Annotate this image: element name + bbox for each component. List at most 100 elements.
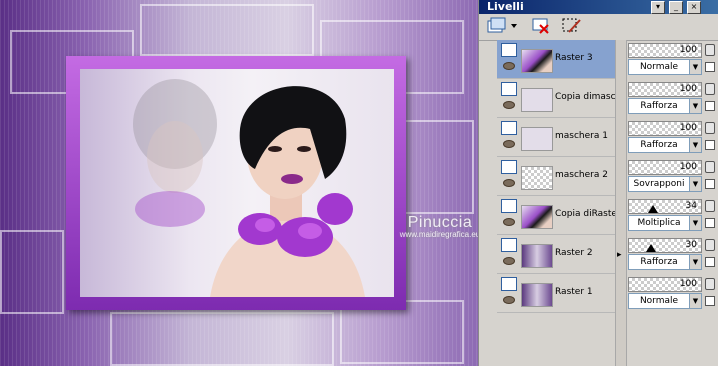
- layer-name: Copia diRaster: [555, 209, 615, 219]
- layer-row[interactable]: Raster 3: [497, 40, 615, 79]
- opacity-slider-thumb[interactable]: [648, 205, 658, 213]
- layer-row[interactable]: Copia dimaschera: [497, 79, 615, 118]
- opacity-slider[interactable]: 100: [628, 160, 702, 175]
- raster-layer-icon: [501, 238, 517, 252]
- layer-thumbnail: [521, 244, 553, 268]
- watermark: Pinuccia www.maidiregrafica.eu: [380, 214, 478, 239]
- dropdown-arrow-icon[interactable]: ▼: [689, 177, 701, 191]
- blend-mode-value: Normale: [639, 296, 679, 306]
- watermark-url: www.maidiregrafica.eu: [399, 230, 478, 239]
- splitter-arrow-icon[interactable]: ▸: [617, 250, 622, 260]
- layer-properties-row: 100 Rafforza ▼: [626, 118, 718, 156]
- portrait-photo: [80, 69, 394, 297]
- visibility-eye-icon[interactable]: [503, 140, 515, 148]
- opacity-slider-thumb[interactable]: [646, 244, 656, 252]
- mask-edit-button[interactable]: [561, 16, 583, 36]
- layer-row[interactable]: maschera 2: [497, 157, 615, 196]
- layer-link-checkbox[interactable]: [705, 140, 715, 150]
- opacity-slider[interactable]: 100: [628, 277, 702, 292]
- blend-mode-select[interactable]: Sovrapponi ▼: [628, 176, 702, 192]
- lock-icon[interactable]: [705, 122, 715, 134]
- layer-properties-row: 30 Rafforza ▼: [626, 235, 718, 273]
- background-block: [110, 312, 334, 366]
- blend-mode-select[interactable]: Rafforza ▼: [628, 98, 702, 114]
- blend-mode-select[interactable]: Normale ▼: [628, 59, 702, 75]
- opacity-slider[interactable]: 30: [628, 238, 702, 253]
- opacity-value: 100: [679, 84, 697, 94]
- opacity-value: 30: [685, 240, 697, 250]
- layer-thumbnail: [521, 205, 553, 229]
- opacity-value: 34: [685, 201, 697, 211]
- layer-name: Copia dimaschera: [555, 92, 615, 102]
- dropdown-arrow-icon[interactable]: ▼: [689, 60, 701, 74]
- raster-layer-icon: [501, 277, 517, 291]
- panel-title: Livelli: [487, 0, 524, 13]
- lock-icon[interactable]: [705, 278, 715, 290]
- blend-mode-select[interactable]: Rafforza ▼: [628, 254, 702, 270]
- layer-thumbnail: [521, 127, 553, 151]
- visibility-eye-icon[interactable]: [503, 179, 515, 187]
- layer-properties-row: 34 Moltiplica ▼: [626, 196, 718, 234]
- lock-icon[interactable]: [705, 239, 715, 251]
- blend-mode-value: Rafforza: [640, 101, 678, 111]
- blend-mode-value: Normale: [639, 62, 679, 72]
- lock-icon[interactable]: [705, 83, 715, 95]
- visibility-eye-icon[interactable]: [503, 62, 515, 70]
- minimize-icon[interactable]: _: [669, 1, 683, 14]
- layer-name: maschera 2: [555, 170, 608, 180]
- visibility-eye-icon[interactable]: [503, 296, 515, 304]
- layer-row[interactable]: maschera 1: [497, 118, 615, 157]
- layer-thumbnail: [521, 49, 553, 73]
- dropdown-arrow-icon[interactable]: ▼: [689, 216, 701, 230]
- layer-list: Raster 3 Copia dimaschera maschera 1 mas…: [497, 40, 615, 366]
- lock-icon[interactable]: [705, 44, 715, 56]
- layer-link-checkbox[interactable]: [705, 179, 715, 189]
- raster-layer-icon: [501, 160, 517, 174]
- panel-titlebar[interactable]: Livelli ▾ _ ×: [479, 0, 718, 14]
- new-layer-button[interactable]: [485, 16, 519, 36]
- layer-properties-row: 100 Rafforza ▼: [626, 79, 718, 117]
- dropdown-arrow-icon[interactable]: ▼: [689, 294, 701, 308]
- visibility-eye-icon[interactable]: [503, 257, 515, 265]
- layer-row[interactable]: Raster 1: [497, 274, 615, 313]
- background-block: [140, 4, 314, 56]
- visibility-eye-icon[interactable]: [503, 218, 515, 226]
- raster-layer-icon: [501, 82, 517, 96]
- blend-mode-value: Rafforza: [640, 257, 678, 267]
- menu-icon[interactable]: ▾: [651, 1, 665, 14]
- dropdown-arrow-icon[interactable]: ▼: [689, 255, 701, 269]
- layer-row[interactable]: Copia diRaster: [497, 196, 615, 235]
- layer-thumbnail: [521, 166, 553, 190]
- close-icon[interactable]: ×: [687, 1, 701, 14]
- portrait-illustration: [133, 79, 365, 297]
- dropdown-arrow-icon[interactable]: ▼: [689, 99, 701, 113]
- lock-icon[interactable]: [705, 161, 715, 173]
- opacity-value: 100: [679, 162, 697, 172]
- layer-link-checkbox[interactable]: [705, 62, 715, 72]
- layer-link-checkbox[interactable]: [705, 296, 715, 306]
- opacity-slider[interactable]: 100: [628, 43, 702, 58]
- opacity-slider[interactable]: 34: [628, 199, 702, 214]
- lock-icon[interactable]: [705, 200, 715, 212]
- layer-row[interactable]: Raster 2: [497, 235, 615, 274]
- layer-link-checkbox[interactable]: [705, 218, 715, 228]
- raster-layer-icon: [501, 43, 517, 57]
- delete-layer-button[interactable]: [531, 16, 551, 36]
- opacity-slider[interactable]: 100: [628, 121, 702, 136]
- image-canvas[interactable]: Pinuccia www.maidiregrafica.eu: [0, 0, 478, 366]
- layer-properties-row: 100 Sovrapponi ▼: [626, 157, 718, 195]
- blend-mode-select[interactable]: Moltiplica ▼: [628, 215, 702, 231]
- visibility-eye-icon[interactable]: [503, 101, 515, 109]
- blend-mode-select[interactable]: Normale ▼: [628, 293, 702, 309]
- dropdown-arrow-icon[interactable]: ▼: [689, 138, 701, 152]
- background-block: [0, 230, 64, 314]
- blend-mode-value: Sovrapponi: [633, 179, 685, 189]
- panel-toolbar: [479, 14, 718, 41]
- layer-link-checkbox[interactable]: [705, 257, 715, 267]
- layer-link-checkbox[interactable]: [705, 101, 715, 111]
- blend-mode-value: Moltiplica: [637, 218, 681, 228]
- opacity-slider[interactable]: 100: [628, 82, 702, 97]
- blend-mode-select[interactable]: Rafforza ▼: [628, 137, 702, 153]
- opacity-value: 100: [679, 279, 697, 289]
- layer-name: maschera 1: [555, 131, 608, 141]
